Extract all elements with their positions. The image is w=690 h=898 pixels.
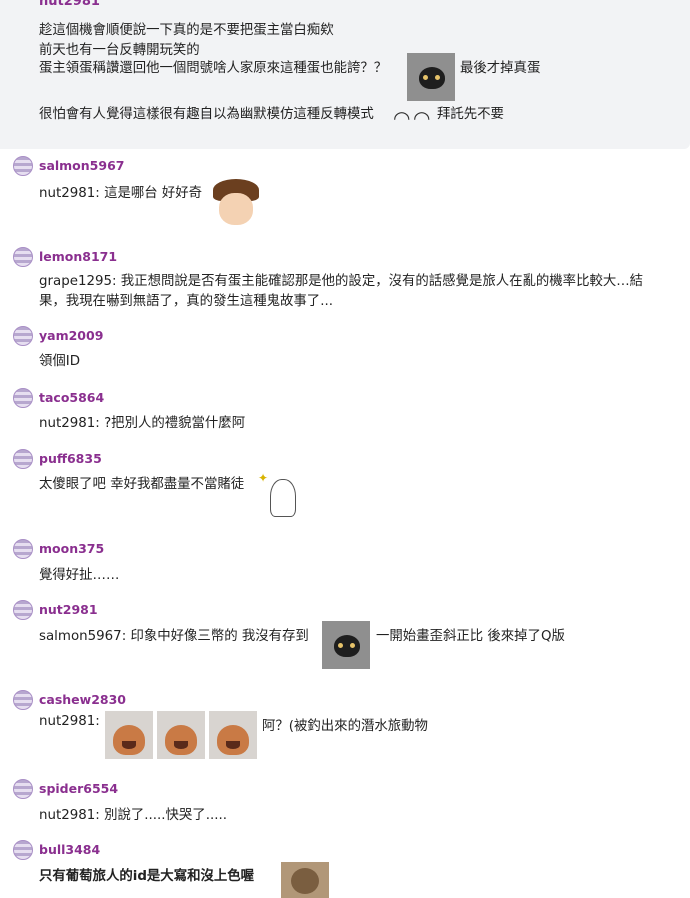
- comment-username[interactable]: lemon8171: [39, 249, 117, 264]
- comment-username[interactable]: salmon5967: [39, 158, 124, 173]
- cat-photo-icon: [281, 862, 329, 898]
- comment-username[interactable]: cashew2830: [39, 692, 126, 707]
- avatar[interactable]: [13, 156, 33, 176]
- smile-sticker-icon: [393, 100, 435, 142]
- comment-text: nut2981: 別說了.....快哭了.....: [39, 808, 227, 823]
- comment-text: 一開始畫歪斜正比 後來掉了Q版: [376, 629, 565, 644]
- avatar[interactable]: [13, 840, 33, 860]
- comment-text: 果，我現在嚇到無語了，真的發生這種鬼故事了...: [39, 294, 333, 309]
- op-line: 前天也有一台反轉開玩笑的: [39, 43, 200, 58]
- comment-username[interactable]: taco5864: [39, 390, 104, 405]
- comment-username[interactable]: spider6554: [39, 781, 118, 796]
- ghost-sticker-icon: [258, 471, 304, 521]
- comment-text: 阿？(被釣出來的潛水旅動物: [262, 719, 428, 734]
- cat-sticker-icon: [322, 621, 370, 669]
- avatar[interactable]: [13, 539, 33, 559]
- comment-username[interactable]: yam2009: [39, 328, 103, 343]
- fox-sticker-icon: [209, 711, 257, 759]
- comment-username[interactable]: moon375: [39, 541, 104, 556]
- comment-text: 太傻眼了吧 幸好我都盡量不當賭徒: [39, 477, 245, 492]
- comment-text: grape1295: 我正想問說是否有蛋主能確認那是他的設定，沒有的話感覺是旅人…: [39, 274, 644, 289]
- comment-text: nut2981: ?把別人的禮貌當什麼阿: [39, 416, 246, 431]
- comment-text: salmon5967: 印象中好像三幣的 我沒有存到: [39, 629, 309, 644]
- comment-text: 覺得好扯……: [39, 568, 120, 583]
- comment-text: nut2981: 這是哪台 好好奇: [39, 186, 203, 201]
- op-line: 趁這個機會順便說一下真的是不要把蛋主當白痴欸: [39, 23, 334, 38]
- comment-username[interactable]: nut2981: [39, 602, 98, 617]
- op-line: 很怕會有人覺得這樣很有趣自以為幽默模仿這種反轉模式: [39, 107, 374, 122]
- comment-username[interactable]: bull3484: [39, 842, 100, 857]
- cat-sticker-icon: [407, 53, 455, 101]
- avatar[interactable]: [13, 690, 33, 710]
- avatar[interactable]: [13, 779, 33, 799]
- op-line: 蛋主領蛋稱讚還回他一個問號啥人家原來這種蛋也能誇？？: [39, 61, 388, 76]
- comment-text: 領個ID: [39, 354, 81, 369]
- avatar[interactable]: [13, 600, 33, 620]
- comment-text: nut2981:: [39, 714, 100, 729]
- op-line: 最後才掉真蛋: [460, 61, 541, 76]
- avatar[interactable]: [13, 449, 33, 469]
- original-post: nut2981 趁這個機會順便說一下真的是不要把蛋主當白痴欸 前天也有一台反轉開…: [0, 0, 690, 149]
- comment-username[interactable]: puff6835: [39, 451, 102, 466]
- girl-sticker-icon: [211, 179, 261, 229]
- op-line: 拜託先不要: [437, 107, 504, 122]
- avatar[interactable]: [13, 388, 33, 408]
- comment-text: 只有葡萄旅人的id是大寫和沒上色喔: [39, 869, 255, 884]
- fox-sticker-icon: [157, 711, 205, 759]
- avatar[interactable]: [13, 326, 33, 346]
- op-username[interactable]: nut2981: [39, 0, 100, 9]
- fox-sticker-icon: [105, 711, 153, 759]
- avatar[interactable]: [13, 247, 33, 267]
